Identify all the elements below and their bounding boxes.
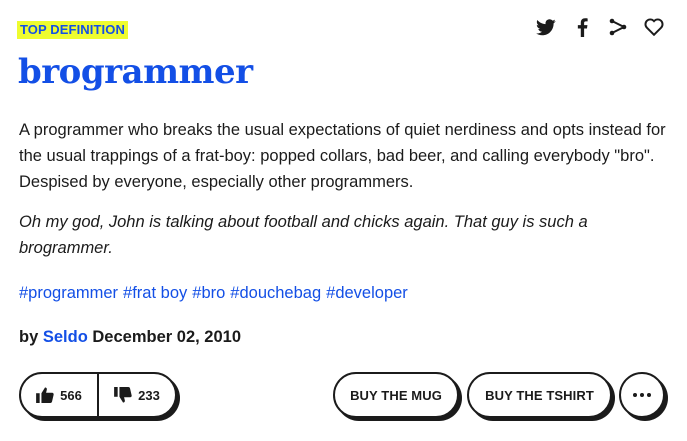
share-bar [535, 16, 665, 38]
tag-link[interactable]: #programmer [19, 280, 118, 306]
top-definition-badge: TOP DEFINITION [17, 21, 128, 39]
author-link[interactable]: Seldo [43, 328, 88, 346]
thumbs-down-icon [114, 387, 132, 403]
upvote-button[interactable]: 566 [21, 374, 97, 416]
downvote-count: 233 [138, 387, 160, 403]
more-options-button[interactable] [619, 372, 665, 418]
post-date: December 02, 2010 [92, 328, 241, 346]
twitter-icon[interactable] [535, 16, 557, 38]
thumbs-up-icon [36, 387, 54, 403]
definition-example: Oh my god, John is talking about footbal… [19, 213, 588, 257]
vote-group: 566 233 [19, 372, 177, 418]
buy-mug-button[interactable]: BUY THE MUG [333, 372, 459, 418]
contributor-line: by Seldo December 02, 2010 [19, 324, 241, 350]
tag-link[interactable]: #frat boy [123, 280, 187, 306]
upvote-count: 566 [60, 387, 82, 403]
share-icon[interactable] [607, 16, 629, 38]
downvote-button[interactable]: 233 [99, 374, 175, 416]
ellipsis-icon [633, 393, 651, 397]
tag-list: #programmer #frat boy #bro #douchebag #d… [19, 280, 408, 306]
definition-meaning: A programmer who breaks the usual expect… [19, 121, 666, 191]
buy-tshirt-button[interactable]: BUY THE TSHIRT [467, 372, 612, 418]
definition-card: TOP DEFINITION brogrammer A programmer w… [0, 0, 687, 441]
heart-icon[interactable] [643, 16, 665, 38]
tag-link[interactable]: #bro [192, 280, 225, 306]
facebook-icon[interactable] [571, 16, 593, 38]
tag-link[interactable]: #douchebag [230, 280, 321, 306]
word-title[interactable]: brogrammer [18, 50, 253, 94]
tag-link[interactable]: #developer [326, 280, 408, 306]
by-label: by [19, 328, 39, 346]
